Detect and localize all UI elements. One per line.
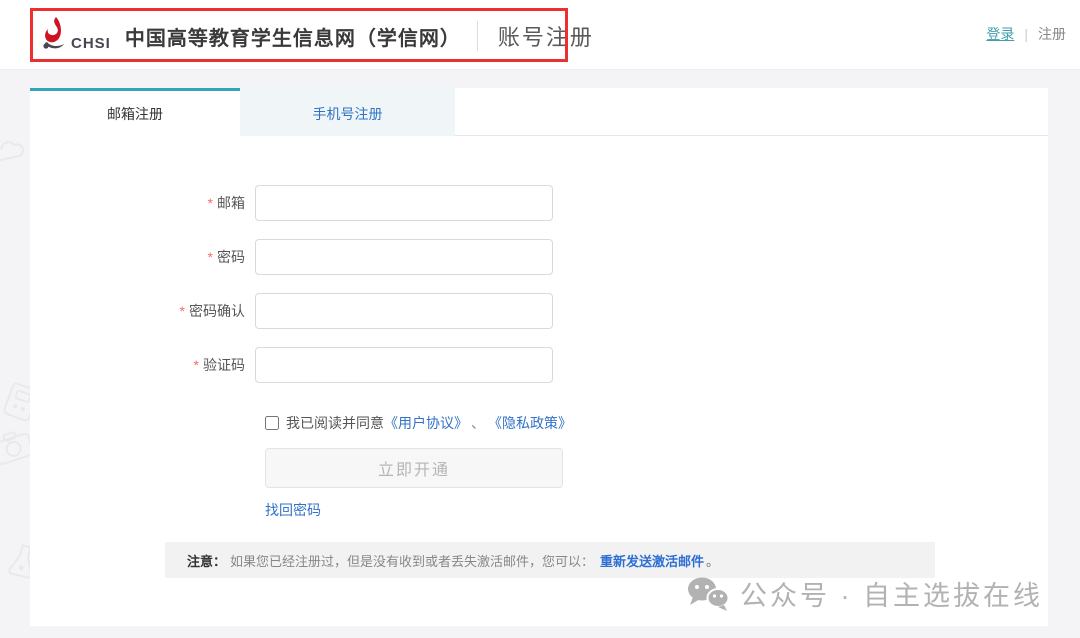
agreement-row: 我已阅读并同意 《用户协议》 、 《隐私政策》 <box>265 413 572 433</box>
email-label: *邮箱 <box>30 193 255 213</box>
tab-email-label: 邮箱注册 <box>107 104 163 124</box>
agreement-text: 我已阅读并同意 <box>286 413 384 433</box>
cloud-icon <box>0 135 28 166</box>
page-title: 账号注册 <box>498 20 594 52</box>
captcha-field-row: *验证码 <box>30 347 590 383</box>
required-marker: * <box>208 249 213 265</box>
captcha-input[interactable] <box>255 347 553 383</box>
password-confirm-field-row: *密码确认 <box>30 293 590 329</box>
required-marker: * <box>194 357 199 373</box>
tab-phone-register[interactable]: 手机号注册 <box>240 88 455 136</box>
password-confirm-input[interactable] <box>255 293 553 329</box>
registration-page: { "header": { "logo_text": "CHSI", "site… <box>0 0 1080 638</box>
agreement-separator: 、 <box>471 413 485 433</box>
registration-card: 邮箱注册 手机号注册 *邮箱 *密码 *密码确认 *验证码 我已阅读并同意 《用… <box>30 88 1048 626</box>
tab-email-register[interactable]: 邮箱注册 <box>30 88 240 136</box>
site-name: 中国高等教育学生信息网（学信网） <box>125 22 461 51</box>
email-input[interactable] <box>255 185 553 221</box>
chsi-flame-icon <box>42 16 68 56</box>
privacy-policy-link[interactable]: 《隐私政策》 <box>488 413 572 433</box>
password-label: *密码 <box>30 247 255 267</box>
register-link[interactable]: 注册 <box>1038 24 1066 44</box>
header-bar: CHSI 中国高等教育学生信息网（学信网） 账号注册 登录 | 注册 <box>0 0 1080 70</box>
notice-suffix: 。 <box>706 551 719 570</box>
nav-separator: | <box>1024 26 1028 42</box>
email-field-row: *邮箱 <box>30 185 590 221</box>
required-marker: * <box>180 303 185 319</box>
tab-row: 邮箱注册 手机号注册 <box>30 88 1048 136</box>
notice-label: 注意： <box>187 551 226 570</box>
logo-text: CHSI <box>71 35 111 52</box>
brand-block: CHSI 中国高等教育学生信息网（学信网） 账号注册 <box>42 14 594 58</box>
chsi-flame-icon: CHSI <box>42 16 111 56</box>
password-confirm-label: *密码确认 <box>30 301 255 321</box>
submit-button[interactable]: 立即开通 <box>265 448 563 488</box>
brand-divider <box>477 21 478 51</box>
notice-bar: 注意： 如果您已经注册过，但是没有收到或者丢失激活邮件，您可以： 重新发送激活邮… <box>165 542 935 578</box>
notice-text: 如果您已经注册过，但是没有收到或者丢失激活邮件，您可以： <box>230 551 594 570</box>
user-agreement-link[interactable]: 《用户协议》 <box>384 413 468 433</box>
agreement-checkbox[interactable] <box>265 416 279 430</box>
required-marker: * <box>208 195 213 211</box>
login-link[interactable]: 登录 <box>986 24 1014 44</box>
top-nav: 登录 | 注册 <box>986 24 1066 44</box>
password-input[interactable] <box>255 239 553 275</box>
resend-activation-link[interactable]: 重新发送激活邮件 <box>600 551 704 570</box>
password-field-row: *密码 <box>30 239 590 275</box>
forgot-password-link[interactable]: 找回密码 <box>265 500 321 520</box>
tab-phone-label: 手机号注册 <box>313 104 383 124</box>
captcha-label: *验证码 <box>30 355 255 375</box>
